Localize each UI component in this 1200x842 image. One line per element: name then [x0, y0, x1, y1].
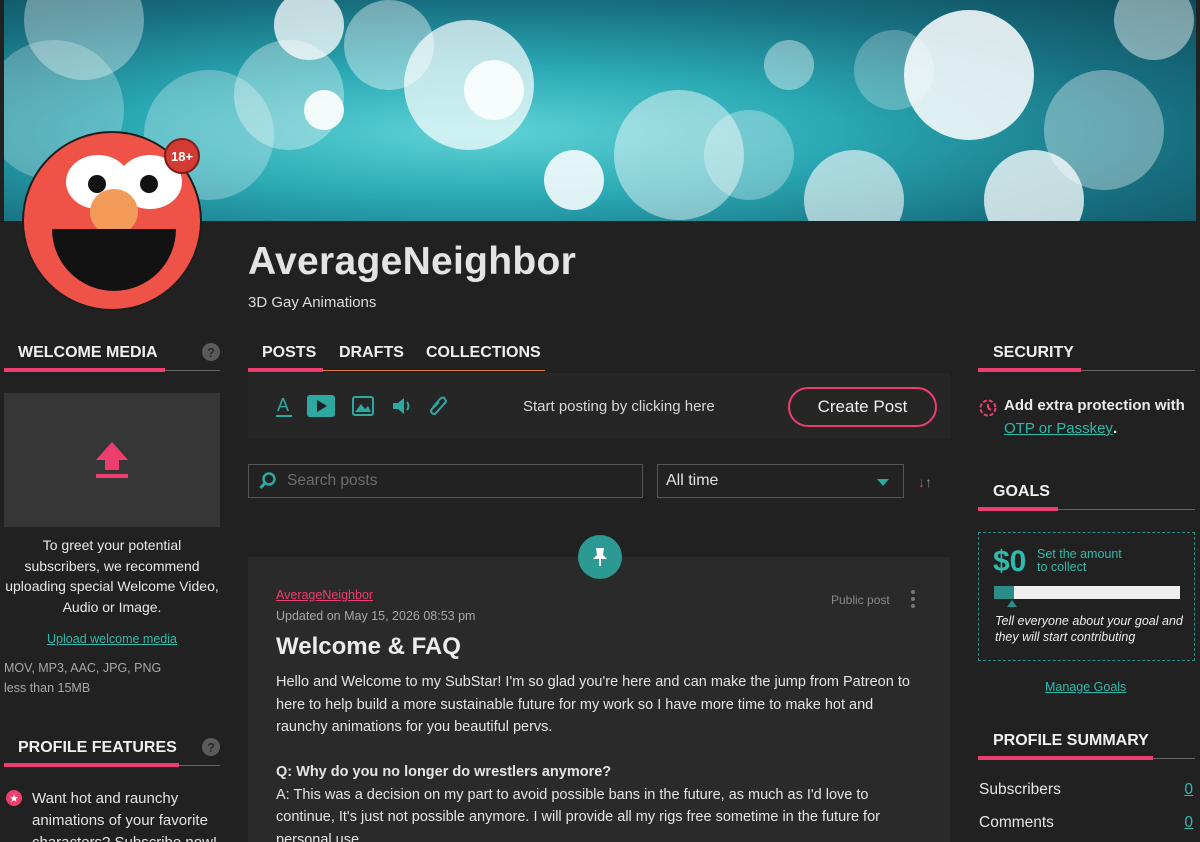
- tab-active-indicator: [248, 368, 323, 372]
- summary-row-subscribers: Subscribers 0: [979, 781, 1193, 799]
- post-answer: A: This was a decision on my part to avo…: [276, 786, 880, 842]
- svg-text:A: A: [277, 395, 289, 415]
- sort-toggle[interactable]: ↓↑: [918, 474, 932, 490]
- goal-marker-icon: [1007, 600, 1017, 607]
- summary-row-comments: Comments 0: [979, 814, 1193, 832]
- arrow-up-icon: ↑: [925, 474, 932, 490]
- security-heading: SECURITY: [993, 344, 1074, 361]
- help-icon[interactable]: ?: [202, 343, 220, 361]
- tab-collections[interactable]: COLLECTIONS: [426, 344, 541, 362]
- search-input[interactable]: [287, 472, 627, 490]
- tab-drafts[interactable]: DRAFTS: [339, 344, 404, 362]
- security-message: Add extra protection with OTP or Passkey…: [1004, 397, 1185, 437]
- post-author-link[interactable]: AverageNeighbor: [276, 588, 373, 602]
- welcome-media-heading: WELCOME MEDIA: [18, 344, 158, 361]
- goals-heading: GOALS: [993, 483, 1050, 500]
- audio-icon[interactable]: [392, 396, 414, 421]
- post-question: Q: Why do you no longer do wrestlers any…: [276, 764, 612, 780]
- welcome-media-size-limit: less than 15MB: [4, 681, 91, 695]
- post-date: Updated on May 15, 2026 08:53 pm: [276, 609, 476, 623]
- profile-features-heading: PROFILE FEATURES: [18, 739, 177, 756]
- more-options-icon[interactable]: [911, 590, 917, 611]
- period-select[interactable]: All time: [657, 464, 904, 498]
- chevron-down-icon: [877, 479, 889, 486]
- clock-alert-icon: [978, 397, 998, 422]
- video-icon[interactable]: [307, 395, 335, 422]
- profile-features-accent: [4, 763, 179, 767]
- welcome-media-description: To greet your potential subscribers, we …: [5, 537, 219, 615]
- security-text: Add extra protection with: [1004, 397, 1185, 414]
- attachment-icon[interactable]: [428, 395, 448, 422]
- upload-icon: [96, 442, 128, 478]
- goals-accent: [978, 507, 1058, 511]
- welcome-media-accent: [4, 368, 165, 372]
- tab-posts[interactable]: POSTS: [262, 344, 316, 362]
- goal-set-amount[interactable]: Set the amount to collect: [1037, 548, 1122, 574]
- goal-note: Tell everyone about your goal and they w…: [995, 614, 1183, 644]
- help-icon[interactable]: ?: [202, 738, 220, 756]
- avatar-mouth: [52, 229, 176, 291]
- pin-icon[interactable]: [578, 535, 622, 579]
- subscribers-count[interactable]: 0: [1184, 781, 1193, 799]
- star-icon: ★: [6, 790, 22, 806]
- profile-feature-item: Want hot and raunchy animations of your …: [32, 790, 217, 842]
- composer-hint[interactable]: Start posting by clicking here: [523, 398, 715, 415]
- create-post-button[interactable]: Create Post: [788, 387, 937, 427]
- period-select-value: All time: [666, 472, 719, 489]
- post-body: Hello and Welcome to my SubStar! I'm so …: [276, 671, 926, 842]
- post-paragraph: Hello and Welcome to my SubStar! I'm so …: [276, 674, 910, 735]
- security-accent: [978, 368, 1081, 372]
- post-title: Welcome & FAQ: [276, 633, 461, 660]
- welcome-media-formats: MOV, MP3, AAC, JPG, PNG: [4, 661, 162, 675]
- goal-amount: $0: [993, 545, 1027, 578]
- profile-summary-heading: PROFILE SUMMARY: [993, 732, 1149, 749]
- upload-welcome-media-link[interactable]: Upload welcome media: [47, 632, 177, 646]
- profile-name: AverageNeighbor: [248, 240, 577, 283]
- search-icon: [259, 472, 276, 490]
- profile-tagline: 3D Gay Animations: [248, 294, 377, 311]
- search-bar[interactable]: [248, 464, 643, 498]
- image-icon[interactable]: [352, 396, 374, 421]
- arrow-down-icon: ↓: [918, 474, 925, 490]
- comments-count[interactable]: 0: [1184, 814, 1193, 832]
- welcome-media-dropzone[interactable]: [4, 393, 220, 527]
- goal-progress-bar: [994, 586, 1180, 599]
- manage-goals-link[interactable]: Manage Goals: [1045, 680, 1126, 694]
- post-visibility: Public post: [831, 593, 890, 607]
- age-badge: 18+: [164, 138, 200, 174]
- otp-passkey-link[interactable]: OTP or Passkey: [1004, 420, 1113, 437]
- profile-summary-accent: [978, 756, 1153, 760]
- text-format-icon[interactable]: A: [275, 394, 293, 423]
